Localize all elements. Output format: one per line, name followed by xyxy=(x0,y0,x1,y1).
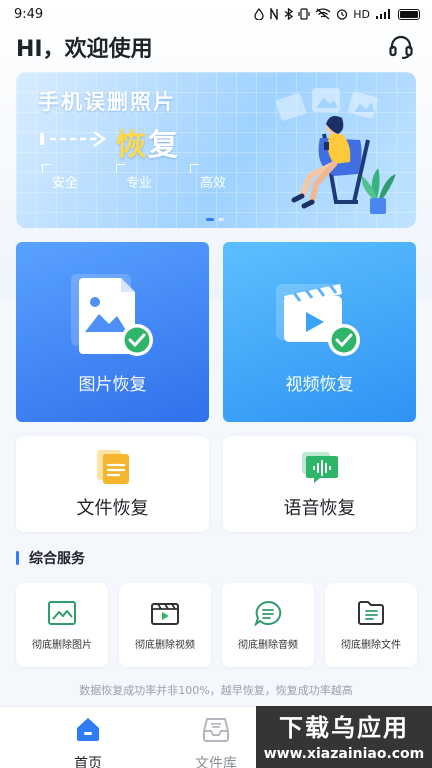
tab-home[interactable]: 首页 xyxy=(38,711,138,768)
banner-pagination xyxy=(206,218,224,221)
file-recovery-label: 文件恢复 xyxy=(76,498,149,519)
tab-files-label: 文件库 xyxy=(195,756,237,768)
section-title: 综合服务 xyxy=(16,547,85,569)
signal-icon xyxy=(376,9,390,19)
banner-title: 手机误删照片 xyxy=(38,90,176,114)
document-icon xyxy=(96,450,129,484)
voice-message-icon xyxy=(301,452,338,483)
delete-videos-button[interactable]: 彻底删除视频 xyxy=(119,583,211,667)
alarm-icon xyxy=(337,9,348,20)
pagination-dot[interactable] xyxy=(218,218,224,221)
pagination-dot-active[interactable] xyxy=(206,218,214,221)
delete-files-label: 彻底删除文件 xyxy=(341,640,401,651)
woman-in-chair-illustration xyxy=(276,88,396,214)
bluetooth-icon xyxy=(284,8,294,20)
recovery-notice: 数据恢复成功率并非100%，越早恢复，恢复成功率越高 xyxy=(79,684,353,697)
voice-recovery-card[interactable]: 语音恢复 xyxy=(223,436,416,532)
photo-recovery-label: 图片恢复 xyxy=(78,375,147,395)
greeting-title: HI，欢迎使用 xyxy=(16,37,153,62)
wifi-mute-icon xyxy=(315,8,331,20)
delete-audio-label: 彻底删除音频 xyxy=(238,640,298,651)
customer-support-button[interactable] xyxy=(386,32,416,62)
video-recovery-label: 视频恢复 xyxy=(285,375,354,395)
water-drop-icon xyxy=(254,8,264,20)
video-recovery-card[interactable]: 视频恢复 xyxy=(223,242,416,422)
delete-audio-button[interactable]: 彻底删除音频 xyxy=(222,583,314,667)
inbox-tray-icon xyxy=(203,718,229,742)
banner-subtitle-rest: 复 xyxy=(148,128,180,163)
image-frame-icon xyxy=(48,601,76,625)
banner-tag: 专业 xyxy=(116,164,158,195)
nfc-icon xyxy=(270,8,278,20)
voice-recovery-label: 语音恢复 xyxy=(283,498,356,519)
section-accent-bar xyxy=(16,551,19,565)
banner-tag: 安全 xyxy=(41,164,84,195)
banner-tag: 高效 xyxy=(190,164,232,195)
audio-icon xyxy=(254,600,282,627)
banner-arrow-icon xyxy=(40,130,107,148)
section-title-text: 综合服务 xyxy=(29,551,85,567)
battery-icon xyxy=(398,8,420,20)
promo-banner[interactable]: 手机误删照片 恢复 安全 专业 高效 xyxy=(16,72,416,228)
svg-text:下载乌应用: 下载乌应用 xyxy=(279,714,409,742)
status-icons: HD xyxy=(254,8,420,21)
video-clapper-icon xyxy=(275,284,360,356)
photo-recovery-card[interactable]: 图片恢复 xyxy=(16,242,209,422)
delete-photos-button[interactable]: 彻底删除图片 xyxy=(16,583,108,667)
banner-subtitle: 恢复 xyxy=(116,120,180,164)
file-icon xyxy=(358,601,384,625)
tab-home-label: 首页 xyxy=(74,756,102,768)
headset-icon xyxy=(389,35,413,59)
delete-photos-label: 彻底删除图片 xyxy=(32,640,92,651)
banner-subtitle-highlight: 恢 xyxy=(116,128,148,163)
status-time: 9:49 xyxy=(14,6,44,22)
video-icon xyxy=(151,603,179,625)
watermark-logo: 下载乌应用 www.xiazainiao.com xyxy=(264,714,425,762)
status-bar: 9:49 HD xyxy=(0,0,432,28)
header: HI，欢迎使用 xyxy=(16,30,416,64)
delete-files-button[interactable]: 彻底删除文件 xyxy=(325,583,417,667)
file-recovery-card[interactable]: 文件恢复 xyxy=(16,436,209,532)
delete-videos-label: 彻底删除视频 xyxy=(135,640,195,651)
banner-tags: 安全 专业 高效 xyxy=(41,164,232,195)
tab-file-library[interactable]: 文件库 xyxy=(166,711,266,768)
site-watermark: 下载乌应用 www.xiazainiao.com xyxy=(256,706,432,768)
svg-text:www.xiazainiao.com: www.xiazainiao.com xyxy=(264,746,425,762)
vibrate-icon xyxy=(298,8,310,20)
hd-text: HD xyxy=(353,7,370,21)
home-icon xyxy=(77,718,99,741)
image-file-icon xyxy=(70,274,153,356)
